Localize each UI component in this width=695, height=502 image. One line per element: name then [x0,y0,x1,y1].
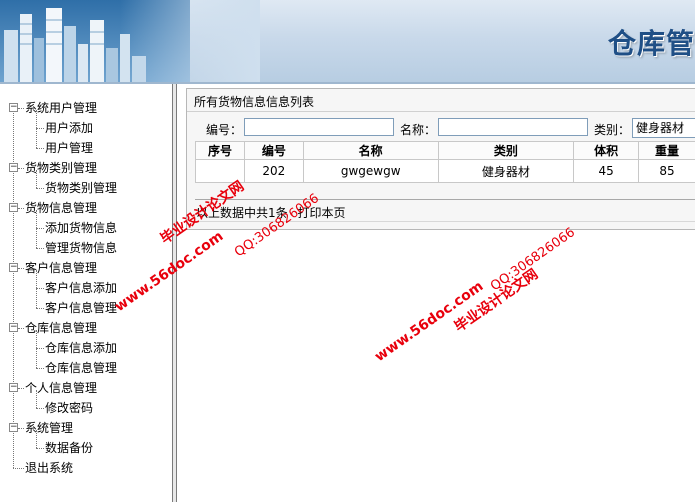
category-label: 类别： [594,123,631,137]
tree-group-goods-category[interactable]: − 货物类别管理 [0,159,170,177]
cell-volume: 45 [573,159,640,183]
collapse-toggle-icon[interactable]: − [9,263,18,272]
header-fade [120,0,260,82]
tree-connector [18,328,24,329]
tree-connector [36,308,44,309]
app-title: 仓库管 [608,27,695,60]
table-header-row: 序号 编号 名称 类别 体积 重量 [195,141,695,160]
column-header-category: 类别 [437,141,575,160]
tree-connector [36,248,44,249]
column-header-index: 序号 [195,141,245,160]
tree-connector [13,468,24,469]
tree-connector [36,448,44,449]
tree-connector [18,168,24,169]
column-header-code: 编号 [243,141,304,160]
category-select[interactable]: 健身器材 [632,118,695,138]
cell-name: gwgewgw [302,159,439,183]
collapse-toggle-icon[interactable]: − [9,203,18,212]
sidebar-item-label: 货物类别管理 [45,181,118,195]
tree-connector [18,388,24,389]
collapse-toggle-icon[interactable]: − [9,423,18,432]
cell-weight: 85 [638,159,695,183]
tree-connector [36,288,44,289]
sidebar-item-category-manage[interactable]: 货物类别管理 [0,179,170,197]
code-label: 编号： [206,123,243,137]
sidebar-item-label: 客户信息管理 [45,301,118,315]
tree-connector [36,408,44,409]
sidebar-item-goods-manage[interactable]: 管理货物信息 [0,239,170,257]
collapse-toggle-icon[interactable]: − [9,383,18,392]
goods-table: 序号 编号 名称 类别 体积 重量 202 gwgewgw 健身器材 45 85 [195,141,695,183]
tree-group-system-users[interactable]: − 系统用户管理 [0,99,170,117]
tree-group-label: 系统管理 [25,421,74,435]
sidebar-item-exit[interactable]: 退出系统 [0,459,170,477]
sidebar-item-change-password[interactable]: 修改密码 [0,399,170,417]
main-content: 所有货物信息信息列表 编号： 名称： 类别： 健身器材 序号 编号 名称 类别 … [177,84,695,502]
tree-connector [36,128,44,129]
header-banner: 仓库管 [0,0,695,82]
sidebar-item-user-manage[interactable]: 用户管理 [0,139,170,157]
category-selected-value: 健身器材 [636,121,685,135]
sidebar-item-data-backup[interactable]: 数据备份 [0,439,170,457]
sidebar-item-user-add[interactable]: 用户添加 [0,119,170,137]
column-header-volume: 体积 [573,141,640,160]
tree-connector [36,228,44,229]
table-footer-divider [195,199,695,200]
tree-connector [36,148,44,149]
sidebar-item-label: 管理货物信息 [45,241,118,255]
tree-group-personal-info[interactable]: − 个人信息管理 [0,379,170,397]
column-header-weight: 重量 [638,141,695,160]
sidebar-item-label: 仓库信息添加 [45,341,118,355]
collapse-toggle-icon[interactable]: − [9,323,18,332]
tree-group-system[interactable]: − 系统管理 [0,419,170,437]
sidebar-item-label: 仓库信息管理 [45,361,118,375]
name-input[interactable] [438,118,588,136]
table-row[interactable]: 202 gwgewgw 健身器材 45 85 [195,159,695,183]
tree-group-customer-info[interactable]: − 客户信息管理 [0,259,170,277]
cell-category: 健身器材 [437,159,575,183]
sidebar-item-warehouse-add[interactable]: 仓库信息添加 [0,339,170,357]
tree-connector [36,188,44,189]
panel-title: 所有货物信息信息列表 [194,95,315,109]
sidebar-item-goods-add[interactable]: 添加货物信息 [0,219,170,237]
panel-title-divider [187,111,695,112]
cell-code: 202 [243,159,304,183]
tree-connector [18,428,24,429]
sidebar-item-label: 用户添加 [45,121,94,135]
goods-list-panel: 所有货物信息信息列表 编号： 名称： 类别： 健身器材 序号 编号 名称 类别 … [186,88,695,230]
tree-connector [18,208,24,209]
sidebar-item-label: 客户信息添加 [45,281,118,295]
sidebar-item-label: 数据备份 [45,441,94,455]
sidebar-item-label: 添加货物信息 [45,221,118,235]
tree-group-warehouse-info[interactable]: − 仓库信息管理 [0,319,170,337]
collapse-toggle-icon[interactable]: − [9,163,18,172]
name-label: 名称： [400,123,437,137]
sidebar-item-warehouse-manage[interactable]: 仓库信息管理 [0,359,170,377]
sidebar-item-label: 修改密码 [45,401,94,415]
sidebar-item-label: 用户管理 [45,141,94,155]
column-header-name: 名称 [302,141,439,160]
exit-label: 退出系统 [25,461,74,475]
sidebar-item-customer-manage[interactable]: 客户信息管理 [0,299,170,317]
tree-connector [18,268,24,269]
collapse-toggle-icon[interactable]: − [9,103,18,112]
code-input[interactable] [244,118,394,136]
tree-connector [36,348,44,349]
tree-connector [18,108,24,109]
tree-group-goods-info[interactable]: − 货物信息管理 [0,199,170,217]
tree-connector [36,368,44,369]
